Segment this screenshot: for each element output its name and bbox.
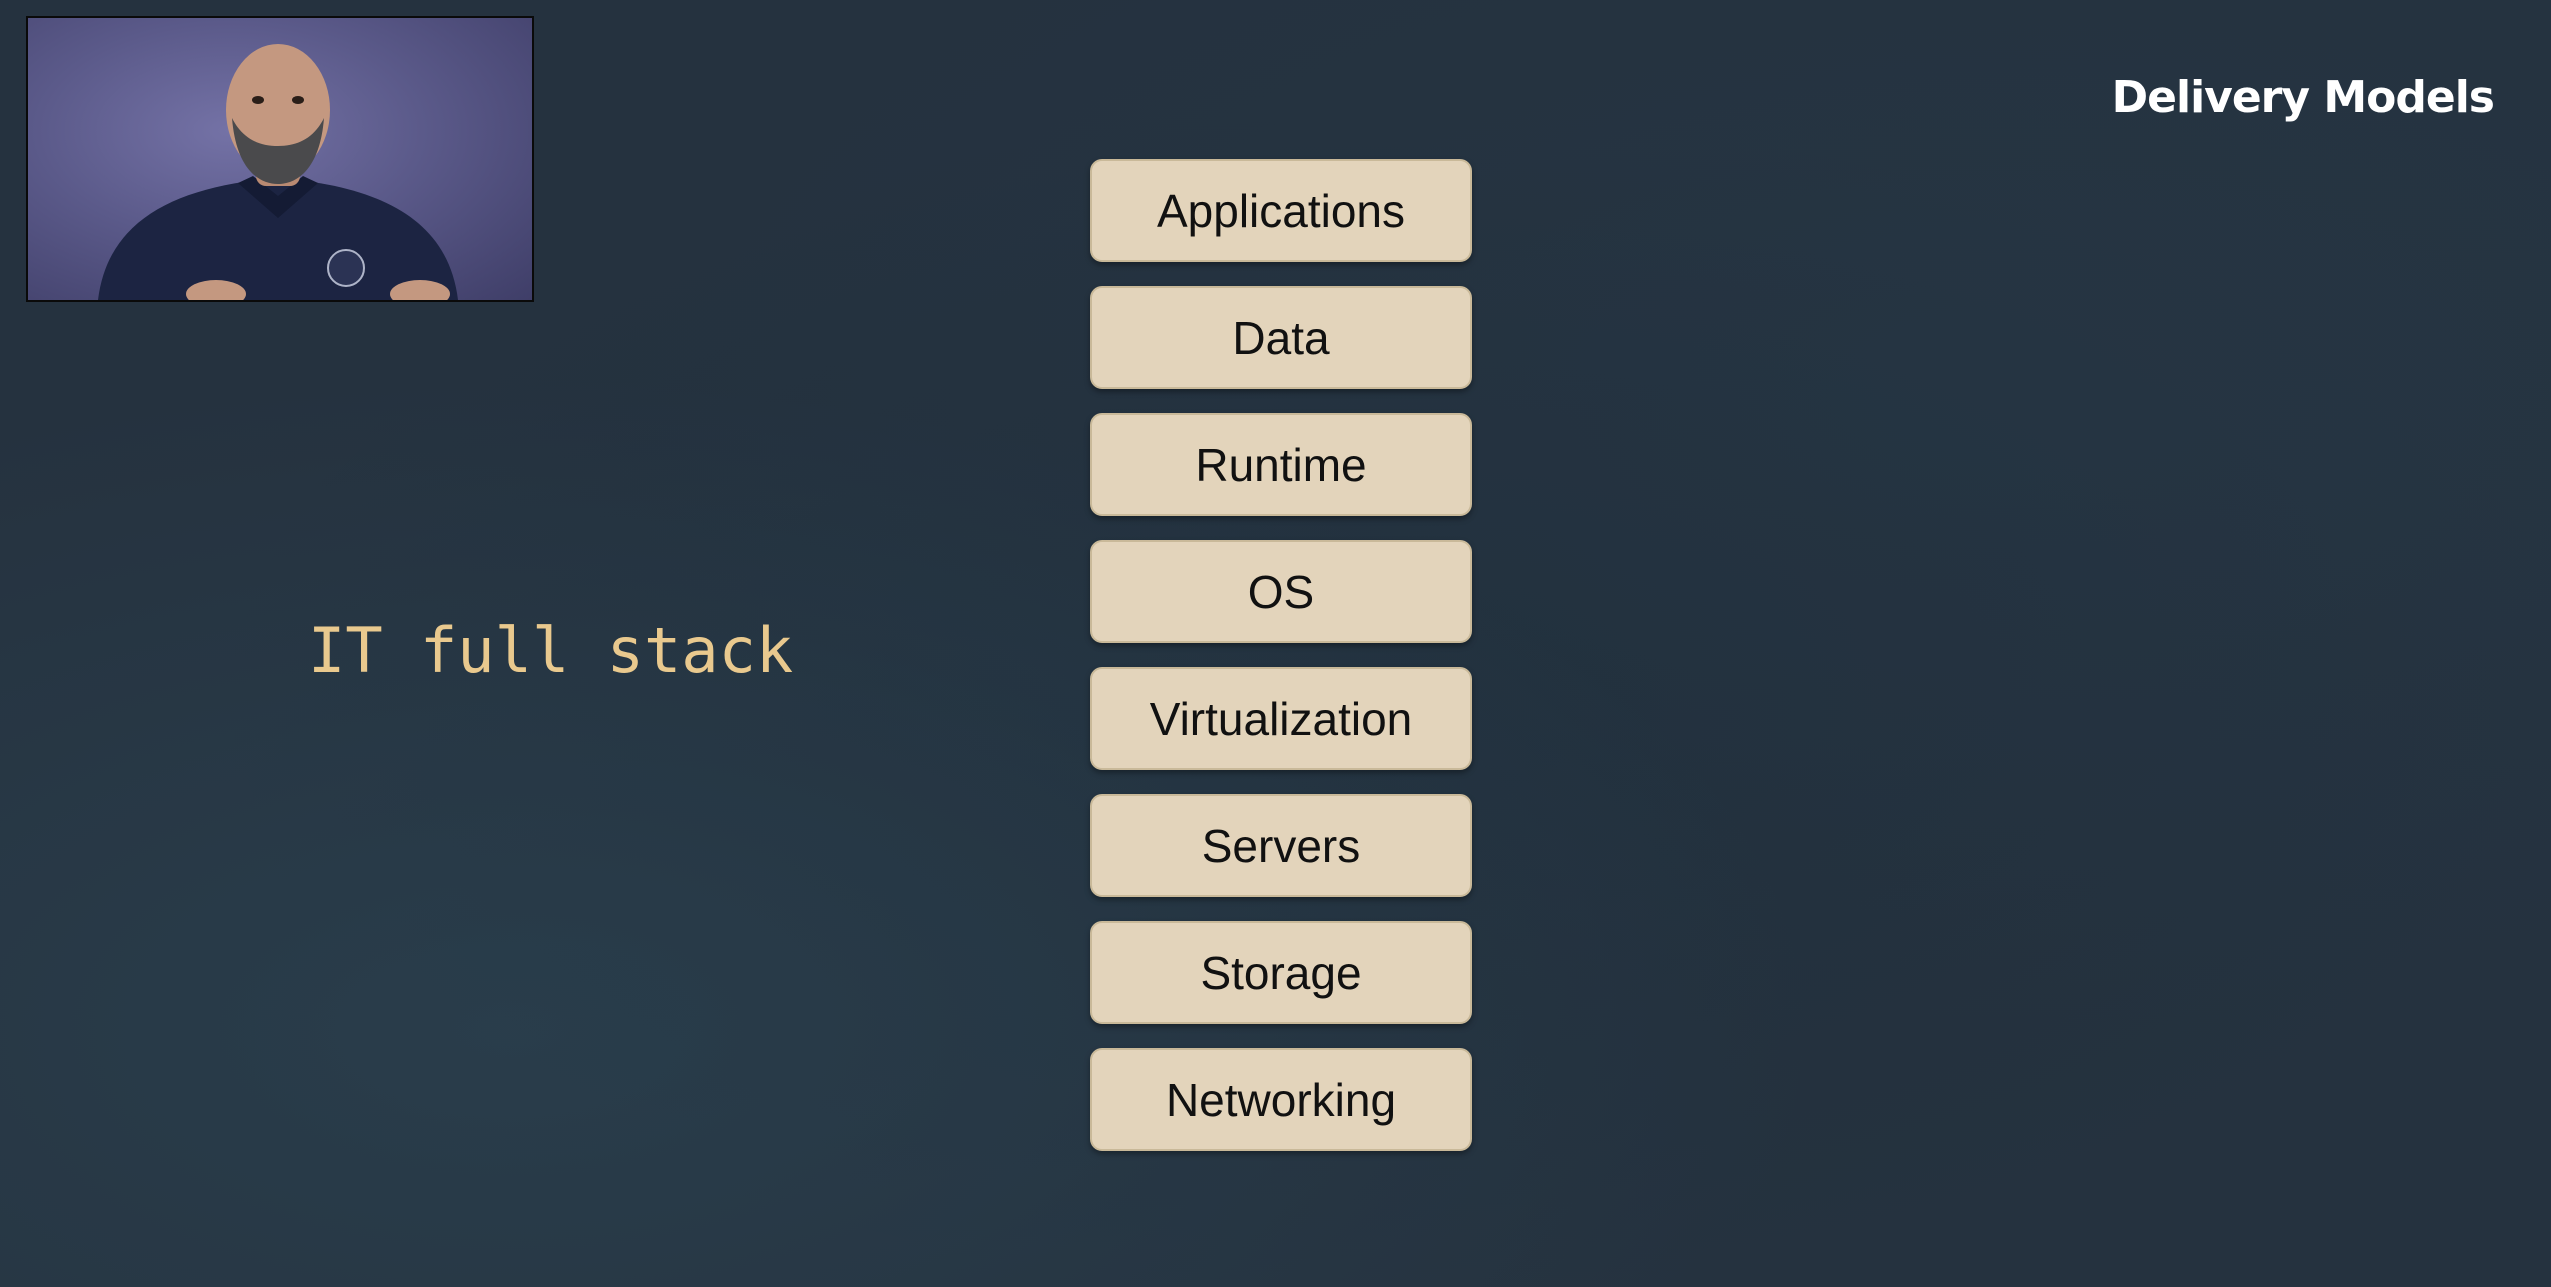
it-stack-diagram: Applications Data Runtime OS Virtualizat… (1090, 159, 1472, 1175)
stack-layer-servers: Servers (1090, 794, 1472, 897)
presenter-video (26, 16, 534, 302)
stack-layer-os: OS (1090, 540, 1472, 643)
stack-layer-data: Data (1090, 286, 1472, 389)
stack-layer-runtime: Runtime (1090, 413, 1472, 516)
slide-title: Delivery Models (2111, 72, 2495, 123)
stack-layer-networking: Networking (1090, 1048, 1472, 1151)
stack-layer-storage: Storage (1090, 921, 1472, 1024)
stack-layer-applications: Applications (1090, 159, 1472, 262)
presenter-figure (98, 44, 458, 300)
stack-caption: IT full stack (308, 614, 794, 687)
stack-layer-virtualization: Virtualization (1090, 667, 1472, 770)
